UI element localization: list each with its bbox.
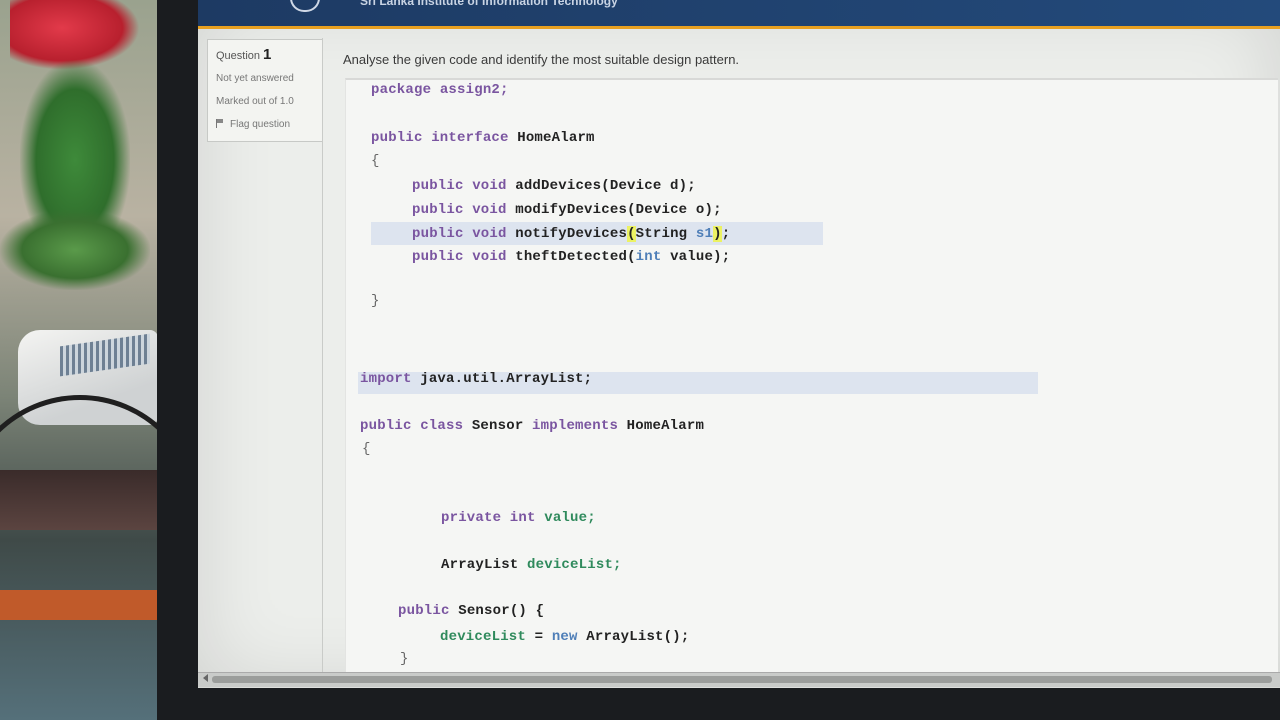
scroll-left-icon[interactable] — [203, 674, 208, 682]
constructor-args: () { — [509, 603, 545, 619]
interface-name: HomeAlarm — [626, 418, 705, 434]
keyword: public class — [360, 418, 464, 434]
code-line-method: public void notifyDevices(String s1); — [412, 226, 730, 242]
code-brace: { — [362, 441, 371, 457]
field-name: value; — [544, 510, 596, 526]
keyword: public void — [412, 249, 507, 265]
paren: ( — [627, 249, 636, 265]
question-label-text: Question — [216, 50, 261, 62]
operator: = — [526, 629, 552, 645]
method-name: theftDetected — [515, 249, 628, 265]
code-line-field: private int value; — [441, 510, 596, 526]
code-brace: } — [371, 293, 380, 309]
param-type: String — [635, 226, 688, 242]
question-number: 1 — [263, 46, 272, 63]
code-line-import: import java.util.ArrayList; — [360, 371, 592, 387]
method-args: (Device o); — [627, 202, 722, 218]
keyword: public void — [412, 226, 507, 242]
package-name: assign2; — [439, 82, 509, 98]
flag-icon — [216, 119, 224, 128]
paren: ( — [627, 226, 636, 242]
code-line-package: package assign2; — [371, 82, 509, 98]
field-type: ArrayList — [441, 557, 519, 573]
code-brace: { — [371, 153, 380, 169]
method-name: modifyDevices — [515, 202, 628, 218]
call-end: (); — [663, 629, 690, 645]
keyword: public void — [412, 178, 507, 194]
code-line-constructor: public Sensor() { — [398, 603, 544, 619]
flag-question-button[interactable]: Flag question — [216, 119, 290, 130]
question-text: Analyse the given code and identify the … — [343, 52, 740, 67]
keyword: package — [371, 82, 432, 98]
keyword: public — [398, 603, 450, 619]
method-name: addDevices — [515, 178, 602, 194]
divider — [322, 38, 323, 678]
method-args: (Device d); — [601, 178, 696, 194]
question-state: Not yet answered — [216, 73, 294, 84]
code-line-field: ArrayList deviceList; — [441, 557, 622, 573]
paren: ) — [713, 226, 722, 242]
import-path: java.util.ArrayList; — [420, 371, 593, 387]
question-marks: Marked out of 1.0 — [216, 96, 294, 107]
scrollbar-thumb[interactable] — [212, 676, 1272, 683]
code-line-method: public void modifyDevices(Device o); — [412, 202, 722, 218]
keyword: new — [551, 629, 578, 645]
param-type: int — [635, 249, 662, 265]
field-name: deviceList — [440, 629, 527, 645]
interface-name: HomeAlarm — [517, 130, 595, 146]
constructor-name: Sensor — [458, 603, 510, 619]
semicolon: ; — [721, 226, 731, 242]
code-line-method: public void addDevices(Device d); — [412, 178, 696, 194]
question-label: Question 1 — [216, 46, 271, 63]
type-name: ArrayList — [577, 629, 664, 645]
keyword: public interface — [371, 130, 509, 146]
code-line-method: public void theftDetected(int value); — [412, 249, 730, 265]
keyword: public void — [412, 202, 507, 218]
method-name: notifyDevices — [515, 226, 628, 242]
method-args: value); — [661, 249, 731, 265]
code-line-constructor-body: deviceList = new ArrayList(); — [440, 629, 689, 645]
keyword: implements — [532, 418, 619, 434]
class-name: Sensor — [471, 418, 524, 434]
code-line-class: public class Sensor implements HomeAlarm — [360, 418, 704, 434]
keyword: private int — [441, 510, 536, 526]
question-info: Question 1 Not yet answered Marked out of… — [207, 39, 323, 142]
code-line-interface: public interface HomeAlarm — [371, 130, 595, 146]
keyword: import — [360, 371, 412, 387]
site-title: Sri Lanka Institute of Information Techn… — [360, 0, 618, 8]
field-name: deviceList; — [527, 557, 622, 573]
param-name: s1 — [695, 226, 714, 242]
flag-question-label: Flag question — [230, 119, 291, 130]
leaf-decoration — [0, 210, 150, 290]
code-brace: } — [400, 651, 409, 667]
